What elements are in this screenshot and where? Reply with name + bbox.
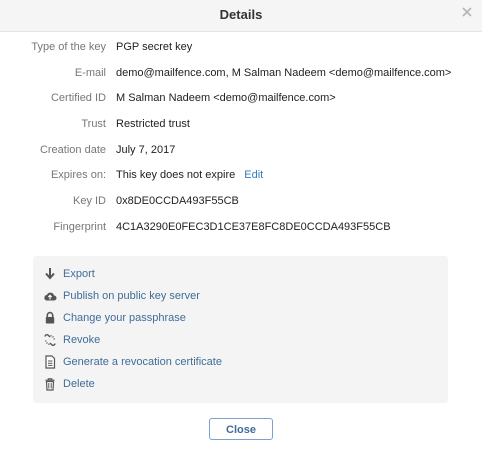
detail-label: E-mail — [74, 66, 106, 79]
export-action[interactable]: Export — [43, 266, 95, 282]
delete-action[interactable]: Delete — [43, 376, 95, 392]
lock-icon — [45, 311, 55, 324]
detail-value: 4C1A3290E0FEC3D1CE37E8FC8DE0CCDA493F55CB — [116, 220, 391, 233]
cloud-upload-icon — [44, 292, 57, 301]
trash-icon — [45, 378, 55, 391]
action-label: Export — [63, 268, 95, 280]
detail-value: Restricted trust — [116, 118, 190, 131]
key-actions-panel: Export Publish on public key server Chan… — [33, 256, 448, 403]
details-dialog: Details Type of the key PGP secret key E… — [0, 0, 482, 450]
arrow-down-icon — [45, 268, 55, 280]
revoke-action[interactable]: Revoke — [43, 332, 100, 348]
detail-row-key-id: Key ID 0x8DE0CCDA493F55CB — [0, 194, 482, 220]
detail-value: PGP secret key — [116, 41, 193, 53]
change-passphrase-action[interactable]: Change your passphrase — [43, 310, 186, 326]
revocation-certificate-action[interactable]: Generate a revocation certificate — [43, 354, 222, 370]
dialog-title: Details — [219, 7, 263, 22]
detail-label: Certified ID — [50, 92, 106, 105]
detail-value: July 7, 2017 — [116, 143, 176, 156]
detail-label: Trust — [81, 118, 106, 131]
edit-expiry-link[interactable]: Edit — [244, 169, 263, 181]
detail-row-email: E-mail demo@mailfence.com, M Salman Nade… — [0, 66, 482, 92]
publish-action[interactable]: Publish on public key server — [43, 288, 200, 304]
detail-label: Type of the key — [31, 41, 106, 53]
document-icon — [45, 355, 56, 369]
detail-row-expires: Expires on: This key does not expire Edit — [0, 168, 482, 194]
action-label: Change your passphrase — [63, 312, 186, 324]
action-label: Delete — [63, 378, 95, 390]
dialog-header: Details — [0, 0, 482, 32]
close-button[interactable]: Close — [209, 418, 273, 440]
key-details: Type of the key PGP secret key E-mail de… — [0, 40, 482, 246]
detail-label: Fingerprint — [53, 220, 106, 233]
revoke-icon — [44, 334, 56, 346]
action-label: Revoke — [63, 334, 101, 346]
detail-value: 0x8DE0CCDA493F55CB — [116, 195, 239, 208]
close-icon[interactable] — [460, 5, 474, 19]
detail-row-type: Type of the key PGP secret key — [0, 40, 482, 66]
detail-value: demo@mailfence.com, M Salman Nadeem <dem… — [116, 66, 452, 79]
detail-label: Key ID — [72, 195, 106, 208]
detail-row-certified-id: Certified ID M Salman Nadeem <demo@mailf… — [0, 91, 482, 117]
detail-row-trust: Trust Restricted trust — [0, 117, 482, 143]
detail-value: M Salman Nadeem <demo@mailfence.com> — [116, 92, 336, 105]
detail-value-wrap: This key does not expire Edit — [116, 168, 263, 182]
action-label: Generate a revocation certificate — [63, 356, 222, 368]
detail-label: Creation date — [39, 143, 106, 156]
detail-row-creation-date: Creation date July 7, 2017 — [0, 143, 482, 169]
detail-label: Expires on: — [50, 169, 106, 182]
detail-value: This key does not expire — [116, 169, 236, 182]
action-label: Publish on public key server — [63, 290, 200, 302]
detail-row-fingerprint: Fingerprint 4C1A3290E0FEC3D1CE37E8FC8DE0… — [0, 220, 482, 246]
